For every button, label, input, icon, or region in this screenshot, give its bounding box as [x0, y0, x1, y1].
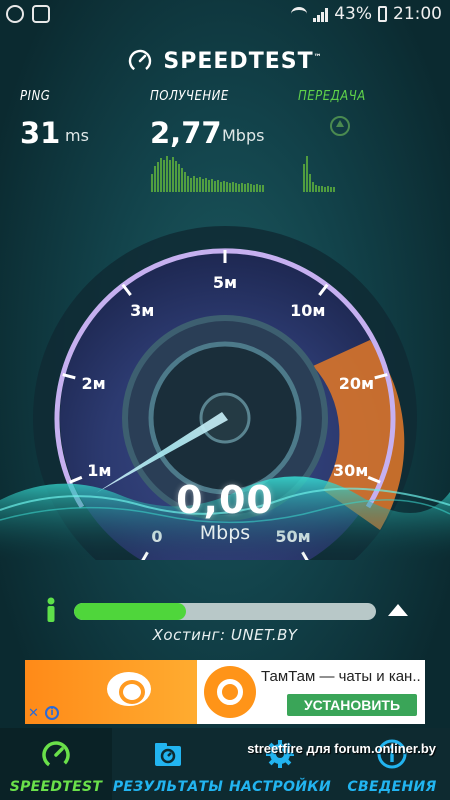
nav-speedtest[interactable]: SPEEDTEST	[0, 728, 112, 800]
upload-label: ПЕРЕДАЧА	[298, 89, 366, 104]
test-progress-fill	[74, 603, 186, 620]
battery-percent: 43%	[334, 4, 372, 24]
signal-icon	[313, 7, 329, 22]
ping-label: PING	[20, 89, 51, 104]
nav-info[interactable]: СВЕДЕНИЯ	[336, 728, 448, 800]
whatsapp-icon	[6, 5, 24, 23]
ad-banner[interactable]: ✕ i ТамТам — чаты и кан... УСТАНОВИТЬ	[25, 660, 425, 724]
ping-unit: ms	[65, 126, 89, 145]
wifi-icon	[291, 7, 308, 21]
gauge-tick-label: 20м	[339, 374, 374, 393]
clock: 21:00	[393, 4, 442, 24]
chat-bubble-icon	[107, 672, 151, 706]
nav-results[interactable]: РЕЗУЛЬТАТЫ	[112, 728, 224, 800]
ad-info-icon[interactable]: i	[45, 706, 59, 720]
test-progress-bar	[74, 603, 376, 620]
status-bar: 43% 21:00	[0, 0, 450, 30]
ad-close-icon[interactable]: ✕	[28, 706, 39, 721]
person-icon	[47, 597, 55, 622]
ad-install-button[interactable]: УСТАНОВИТЬ	[287, 694, 417, 716]
brand-title: SPEEDTEST™	[163, 48, 323, 74]
tamtam-logo-icon	[204, 666, 256, 718]
speedometer-icon	[42, 741, 70, 769]
watermark: streetfire для forum.onliner.by	[247, 741, 436, 756]
gauge-tick-label: 3м	[130, 301, 154, 320]
speedometer-logo-icon	[129, 49, 152, 73]
download-label: ПОЛУЧЕНИЕ	[150, 89, 229, 104]
gauge-tick-label: 10м	[290, 301, 325, 320]
nav-label-info: СВЕДЕНИЯ	[347, 779, 437, 795]
server-target-icon	[388, 604, 408, 616]
bottom-nav: SPEEDTEST РЕЗУЛЬТАТЫ НАСТРОЙКИ СВЕДЕНИЯ	[0, 728, 450, 800]
upload-arrow-icon	[330, 116, 350, 136]
download-unit: Mbps	[222, 126, 265, 145]
shield-icon	[32, 5, 50, 23]
results-folder-icon	[155, 743, 181, 766]
hosting-server: Хостинг: UNET.BY	[152, 626, 298, 644]
nav-label-settings: НАСТРОЙКИ	[228, 779, 332, 795]
current-speed-value: 0,00	[176, 478, 274, 522]
nav-label-results: РЕЗУЛЬТАТЫ	[112, 779, 224, 795]
ad-title[interactable]: ТамТам — чаты и кан...	[261, 668, 421, 685]
nav-label-speedtest: SPEEDTEST	[9, 779, 103, 795]
download-graph	[151, 156, 264, 192]
current-speed-unit: Mbps	[199, 522, 251, 544]
download-value: 2,77	[150, 116, 222, 150]
app-header: SPEEDTEST™	[0, 44, 450, 78]
ping-value: 31	[20, 116, 61, 150]
battery-icon	[378, 6, 387, 22]
ad-app-logo[interactable]	[198, 660, 262, 724]
upload-graph	[303, 156, 335, 192]
gauge-tick-label: 2м	[82, 374, 106, 393]
gauge-tick-label: 5м	[213, 273, 237, 292]
nav-settings[interactable]: НАСТРОЙКИ	[224, 728, 336, 800]
